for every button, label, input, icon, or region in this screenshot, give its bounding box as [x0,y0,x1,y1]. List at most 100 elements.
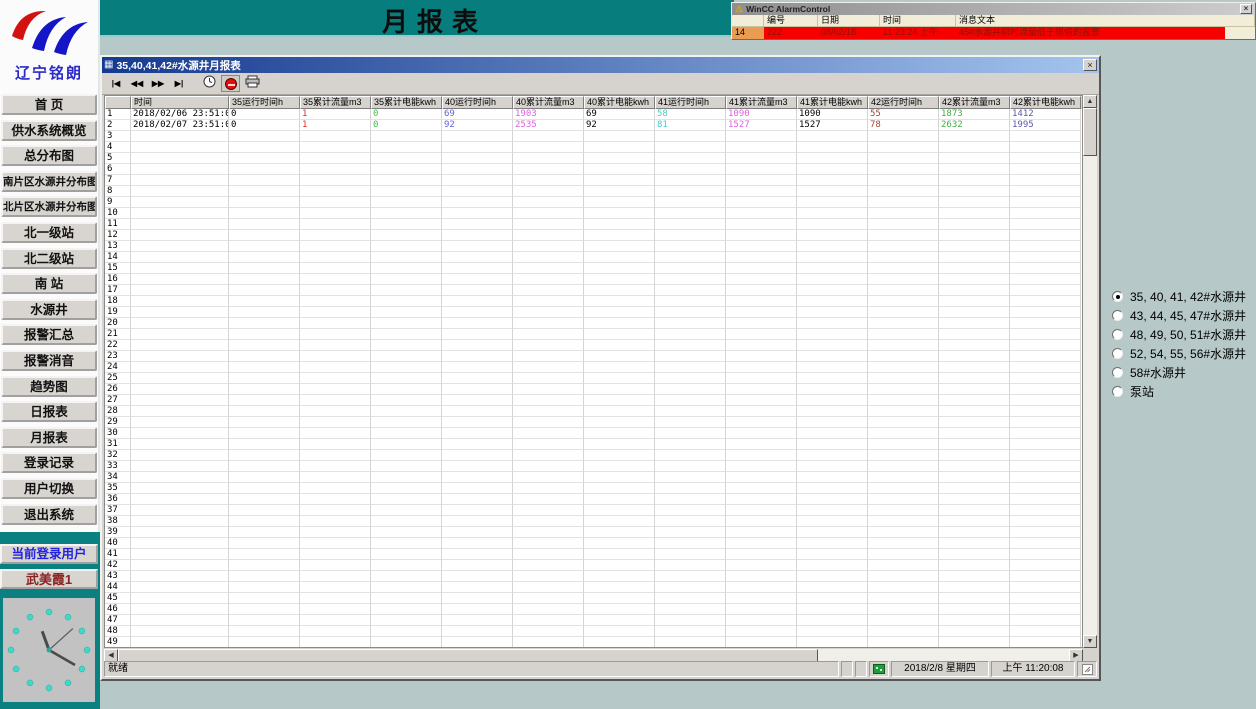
table-row[interactable]: 36 [105,494,1082,505]
table-row[interactable]: 49 [105,637,1082,648]
sidebar-item[interactable]: 退出系统 [1,504,97,525]
table-row[interactable]: 13 [105,241,1082,252]
table-row[interactable]: 27 [105,395,1082,406]
table-row[interactable]: 40 [105,538,1082,549]
table-row[interactable]: 5 [105,153,1082,164]
sidebar-item[interactable]: 用户切换 [1,478,97,499]
table-row[interactable]: 34 [105,472,1082,483]
radio-option[interactable]: 58#水源井 [1112,363,1246,382]
table-row[interactable]: 3 [105,131,1082,142]
table-row[interactable]: 7 [105,175,1082,186]
cell-time [131,263,229,274]
table-row[interactable]: 46 [105,604,1082,615]
radio-option[interactable]: 35, 40, 41, 42#水源井 [1112,287,1246,306]
scroll-down-icon[interactable]: ▼ [1083,635,1097,648]
sidebar-item[interactable]: 日报表 [1,401,97,422]
sidebar-item[interactable]: 首 页 [1,94,97,115]
table-row[interactable]: 17 [105,285,1082,296]
table-row[interactable]: 18 [105,296,1082,307]
radio-option[interactable]: 48, 49, 50, 51#水源井 [1112,325,1246,344]
table-row[interactable]: 22018/02/07 23:51:0001092253592811527152… [105,120,1082,131]
print-button[interactable] [243,75,261,92]
sidebar-item[interactable]: 供水系统概览 [1,120,97,141]
cell-value [797,637,868,648]
sidebar-item[interactable]: 报警汇总 [1,324,97,345]
table-row[interactable]: 21 [105,329,1082,340]
table-row[interactable]: 37 [105,505,1082,516]
table-row[interactable]: 48 [105,626,1082,637]
table-row[interactable]: 9 [105,197,1082,208]
window-titlebar[interactable]: ▦ 35,40,41,42#水源井月报表 × [102,57,1099,73]
window-close-icon[interactable]: × [1083,59,1097,71]
table-row[interactable]: 30 [105,428,1082,439]
table-row[interactable]: 47 [105,615,1082,626]
table-row[interactable]: 41 [105,549,1082,560]
time-range-button[interactable] [200,75,218,92]
radio-button[interactable] [1112,291,1123,302]
table-row[interactable]: 6 [105,164,1082,175]
cell-value [300,439,371,450]
table-row[interactable]: 31 [105,439,1082,450]
radio-button[interactable] [1112,348,1123,359]
table-row[interactable]: 42 [105,560,1082,571]
cell-value [371,329,442,340]
radio-button[interactable] [1112,367,1123,378]
table-row[interactable]: 39 [105,527,1082,538]
table-row[interactable]: 43 [105,571,1082,582]
table-row[interactable]: 33 [105,461,1082,472]
current-user-button[interactable]: 武美霞1 [0,569,98,589]
table-row[interactable]: 28 [105,406,1082,417]
table-row[interactable]: 23 [105,351,1082,362]
table-row[interactable]: 11 [105,219,1082,230]
table-row[interactable]: 16 [105,274,1082,285]
sidebar-item[interactable]: 北二级站 [1,248,97,269]
last-record-button[interactable]: ▶| [170,75,188,92]
sidebar-item[interactable]: 报警消音 [1,350,97,371]
table-row[interactable]: 15 [105,263,1082,274]
table-row[interactable]: 22 [105,340,1082,351]
table-row[interactable]: 19 [105,307,1082,318]
table-row[interactable]: 35 [105,483,1082,494]
sidebar-item[interactable]: 登录记录 [1,452,97,473]
table-row[interactable]: 8 [105,186,1082,197]
sidebar-item[interactable]: 总分布图 [1,145,97,166]
next-page-button[interactable]: ▶▶ [149,75,167,92]
sidebar-item[interactable]: 水源井 [1,299,97,320]
radio-button[interactable] [1112,310,1123,321]
radio-option[interactable]: 泵站 [1112,382,1246,401]
stop-update-button[interactable] [221,75,240,92]
radio-option[interactable]: 52, 54, 55, 56#水源井 [1112,344,1246,363]
sidebar-item[interactable]: 南片区水源井分布图 [1,171,97,192]
cell-value [868,197,939,208]
table-row[interactable]: 25 [105,373,1082,384]
sidebar-item[interactable]: 北片区水源井分布图 [1,196,97,217]
table-row[interactable]: 38 [105,516,1082,527]
vertical-scroll-thumb[interactable] [1083,108,1097,156]
table-row[interactable]: 20 [105,318,1082,329]
scroll-up-icon[interactable]: ▲ [1083,95,1097,108]
table-row[interactable]: 26 [105,384,1082,395]
table-row[interactable]: 12 [105,230,1082,241]
alarm-close-icon[interactable]: × [1240,4,1252,14]
table-row[interactable]: 29 [105,417,1082,428]
alarm-row[interactable]: 14 222 08/02/18 11:23:24 上午 45#水源井瞬时流量低于… [732,27,1255,39]
radio-button[interactable] [1112,386,1123,397]
prev-page-button[interactable]: ◀◀ [128,75,146,92]
table-row[interactable]: 32 [105,450,1082,461]
table-row[interactable]: 44 [105,582,1082,593]
vertical-scrollbar[interactable]: ▲ ▼ [1083,95,1097,648]
radio-option[interactable]: 43, 44, 45, 47#水源井 [1112,306,1246,325]
sidebar-item[interactable]: 南 站 [1,273,97,294]
table-row[interactable]: 45 [105,593,1082,604]
table-row[interactable]: 12018/02/06 23:51:0001069190369581090109… [105,109,1082,120]
table-row[interactable]: 14 [105,252,1082,263]
sidebar-item[interactable]: 月报表 [1,427,97,448]
table-row[interactable]: 10 [105,208,1082,219]
sidebar-item[interactable]: 趋势图 [1,376,97,397]
first-record-button[interactable]: |◀ [107,75,125,92]
sidebar-item[interactable]: 北一级站 [1,222,97,243]
table-row[interactable]: 24 [105,362,1082,373]
table-row[interactable]: 4 [105,142,1082,153]
cell-value [584,362,655,373]
radio-button[interactable] [1112,329,1123,340]
